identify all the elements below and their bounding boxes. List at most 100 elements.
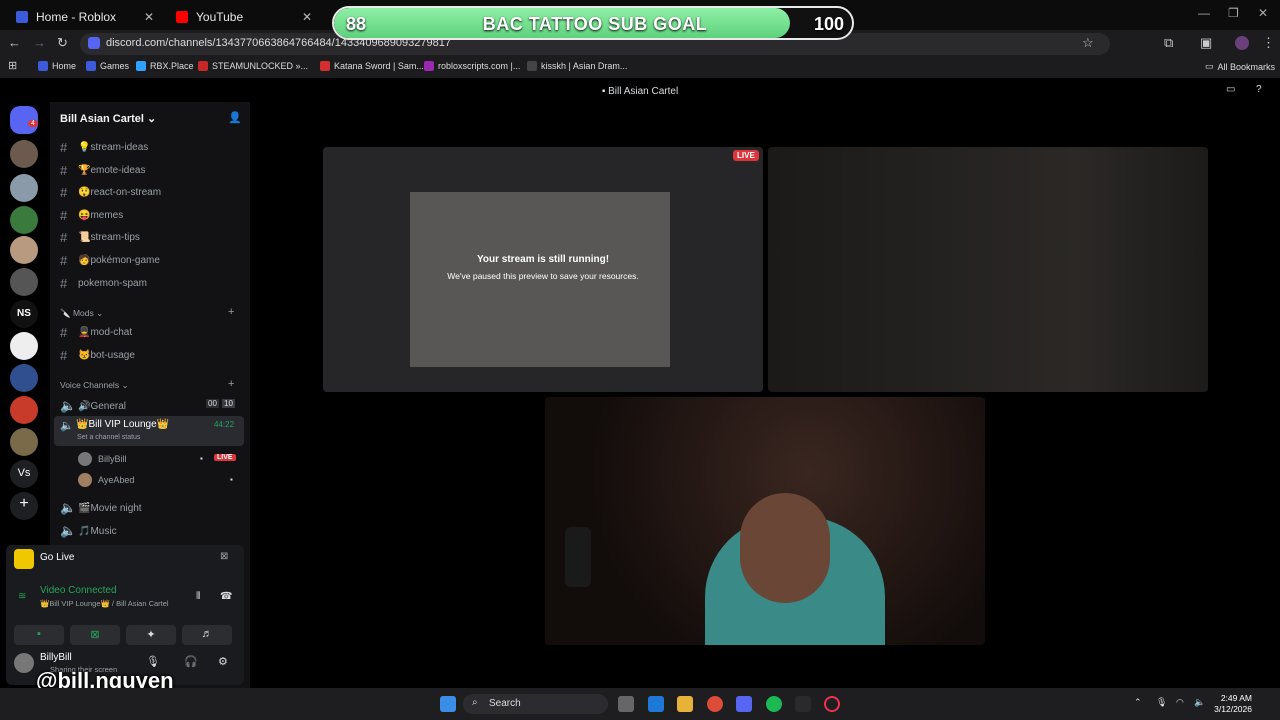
server-ns-icon[interactable]: NS [10, 300, 38, 328]
server-icon[interactable] [10, 206, 38, 234]
inbox-icon[interactable]: ▭ [1226, 84, 1235, 95]
clock[interactable]: 2:49 AM 3/12/2026 [1210, 693, 1252, 715]
channel-bot-usage[interactable]: # 😾bot-usage [60, 348, 135, 363]
help-icon[interactable]: ? [1256, 84, 1262, 95]
live-badge: LIVE [733, 150, 759, 161]
wifi-icon[interactable]: ◠ [1176, 697, 1184, 708]
screen-share-button[interactable]: ⊠ [70, 625, 120, 645]
connected-channel[interactable]: 👑Bill VIP Lounge👑 / Bill Asian Cartel [40, 599, 169, 608]
hash-icon: # [60, 208, 68, 223]
headphones-icon[interactable]: 🎧 [184, 655, 198, 668]
close-icon[interactable]: ✕ [144, 10, 154, 24]
search-box[interactable]: ⌕ Search [463, 694, 608, 714]
file-explorer-icon[interactable] [677, 696, 693, 712]
gear-icon[interactable]: ⚙ [218, 655, 228, 668]
camera-tile[interactable] [768, 147, 1208, 392]
chevron-up-icon[interactable]: ⌃ [1134, 697, 1142, 708]
voice-vip-lounge[interactable]: 🔈 👑Bill VIP Lounge👑 44:22 Set a channel … [54, 416, 244, 446]
server-icon[interactable] [10, 332, 38, 360]
server-icon[interactable] [10, 396, 38, 424]
volume-icon[interactable]: 🔈 [1194, 697, 1205, 708]
stop-stream-icon[interactable]: ⊠ [220, 551, 228, 562]
apps-grid-icon[interactable]: ⊞ [8, 59, 17, 72]
live-badge: LIVE [214, 454, 236, 461]
server-name-header[interactable]: Bill Asian Cartel ⌄ [60, 112, 156, 125]
voice-user-billybill[interactable]: BillyBill ▪ LIVE [78, 452, 248, 468]
server-vs-icon[interactable]: Vs [10, 460, 38, 488]
discord-icon[interactable] [736, 696, 752, 712]
bookmark-star-icon[interactable]: ☆ [1082, 35, 1094, 51]
bookmark-steamunlocked[interactable]: STEAMUNLOCKED »... [198, 61, 308, 71]
server-icon[interactable] [10, 428, 38, 456]
voice-movie-night[interactable]: 🔈 🎬Movie night [60, 500, 142, 516]
server-icon[interactable] [10, 268, 38, 296]
server-icon[interactable] [10, 174, 38, 202]
back-icon[interactable]: ← [8, 35, 21, 50]
webcam-tile[interactable] [545, 397, 985, 645]
all-bookmarks[interactable]: ▭ All Bookmarks [1205, 61, 1275, 72]
add-channel-icon[interactable]: + [228, 306, 234, 318]
app-icon[interactable] [795, 696, 811, 712]
disconnect-icon[interactable]: ☎ [220, 591, 232, 602]
maximize-icon[interactable]: ❐ [1228, 6, 1239, 20]
menu-icon[interactable]: ⋮ [1262, 35, 1275, 51]
bookmark-home[interactable]: Home [38, 61, 76, 71]
microphone-icon[interactable]: 🎙 [1156, 697, 1167, 708]
category-voice[interactable]: Voice Channels ⌄ [60, 380, 129, 391]
channel-emote-ideas[interactable]: # 🏆emote-ideas [60, 163, 145, 178]
avatar[interactable] [14, 653, 34, 673]
chrome-icon[interactable] [707, 696, 723, 712]
start-icon[interactable] [440, 696, 456, 712]
activities-button[interactable]: ✦ [126, 625, 176, 645]
profile-avatar[interactable] [1235, 36, 1249, 50]
voice-panel: Go Live ⊠ ≋ Video Connected 👑Bill VIP Lo… [6, 545, 244, 685]
channel-pokemon-spam[interactable]: # pokemon-spam [60, 276, 147, 291]
add-server-icon[interactable]: + [10, 492, 38, 520]
noise-suppression-icon[interactable]: ⦀ [196, 591, 200, 602]
channel-stream-ideas[interactable]: # 💡stream-ideas [60, 140, 148, 155]
add-channel-icon[interactable]: + [228, 378, 234, 390]
microphone-icon[interactable]: 🎙 [146, 655, 160, 668]
invite-icon[interactable]: 👤 [228, 111, 242, 124]
bookmark-katana[interactable]: Katana Sword | Sam... [320, 61, 424, 71]
bookmark-robloxscripts[interactable]: robloxscripts.com |... [424, 61, 520, 71]
channel-mod-chat[interactable]: # 💂mod-chat [60, 325, 132, 340]
channel-status[interactable]: Set a channel status [77, 434, 140, 441]
screen-share-tile[interactable] [323, 147, 763, 392]
app-icon[interactable] [618, 696, 634, 712]
bookmark-kisskh[interactable]: kisskh | Asian Dram... [527, 61, 627, 71]
minimize-icon[interactable]: — [1198, 6, 1210, 20]
sidepanel-icon[interactable]: ▣ [1200, 35, 1212, 51]
reload-icon[interactable]: ↻ [57, 35, 68, 51]
soundboard-button[interactable]: ♬ [182, 625, 232, 645]
hash-icon: # [60, 185, 68, 200]
close-icon[interactable]: ✕ [302, 10, 312, 24]
extensions-icon[interactable]: ⧉ [1164, 35, 1173, 51]
tab-roblox[interactable]: Home - Roblox ✕ [6, 4, 164, 30]
tab-youtube[interactable]: YouTube ✕ [166, 4, 322, 30]
channel-pokemon-game[interactable]: # 🧑pokémon-game [60, 253, 160, 268]
forward-icon[interactable]: → [33, 35, 46, 50]
bookmark-label: kisskh | Asian Dram... [541, 61, 628, 71]
windows-taskbar: ⌕ Search ⌃ 🎙 ◠ 🔈 2:49 AM 3/12/2026 [0, 688, 1280, 720]
tab-label: Home - Roblox [36, 10, 117, 24]
server-icon[interactable] [10, 364, 38, 392]
channel-stream-tips[interactable]: # 📜stream-tips [60, 230, 140, 245]
category-mods[interactable]: 🔪 Mods ⌄ [60, 308, 103, 319]
voice-user-ayeabed[interactable]: AyeAbed ▪ [78, 473, 248, 489]
app-icon[interactable] [648, 696, 664, 712]
close-window-icon[interactable]: ✕ [1258, 6, 1268, 20]
spotify-icon[interactable] [766, 696, 782, 712]
voice-music[interactable]: 🔈 🎵Music [60, 523, 117, 539]
rbxplace-icon [136, 61, 146, 71]
voice-general[interactable]: 🔈 🔊General [60, 398, 126, 414]
opera-icon[interactable] [824, 696, 840, 712]
channel-react-on-stream[interactable]: # 😲react-on-stream [60, 185, 161, 200]
channel-memes[interactable]: # 😝memes [60, 208, 123, 223]
go-live-label[interactable]: Go Live [40, 552, 74, 563]
server-icon[interactable] [10, 236, 38, 264]
server-icon[interactable] [10, 140, 38, 168]
bookmark-rbxplace[interactable]: RBX.Place [136, 61, 194, 71]
camera-toggle-button[interactable]: ▪ [14, 625, 64, 645]
bookmark-games[interactable]: Games [86, 61, 129, 71]
